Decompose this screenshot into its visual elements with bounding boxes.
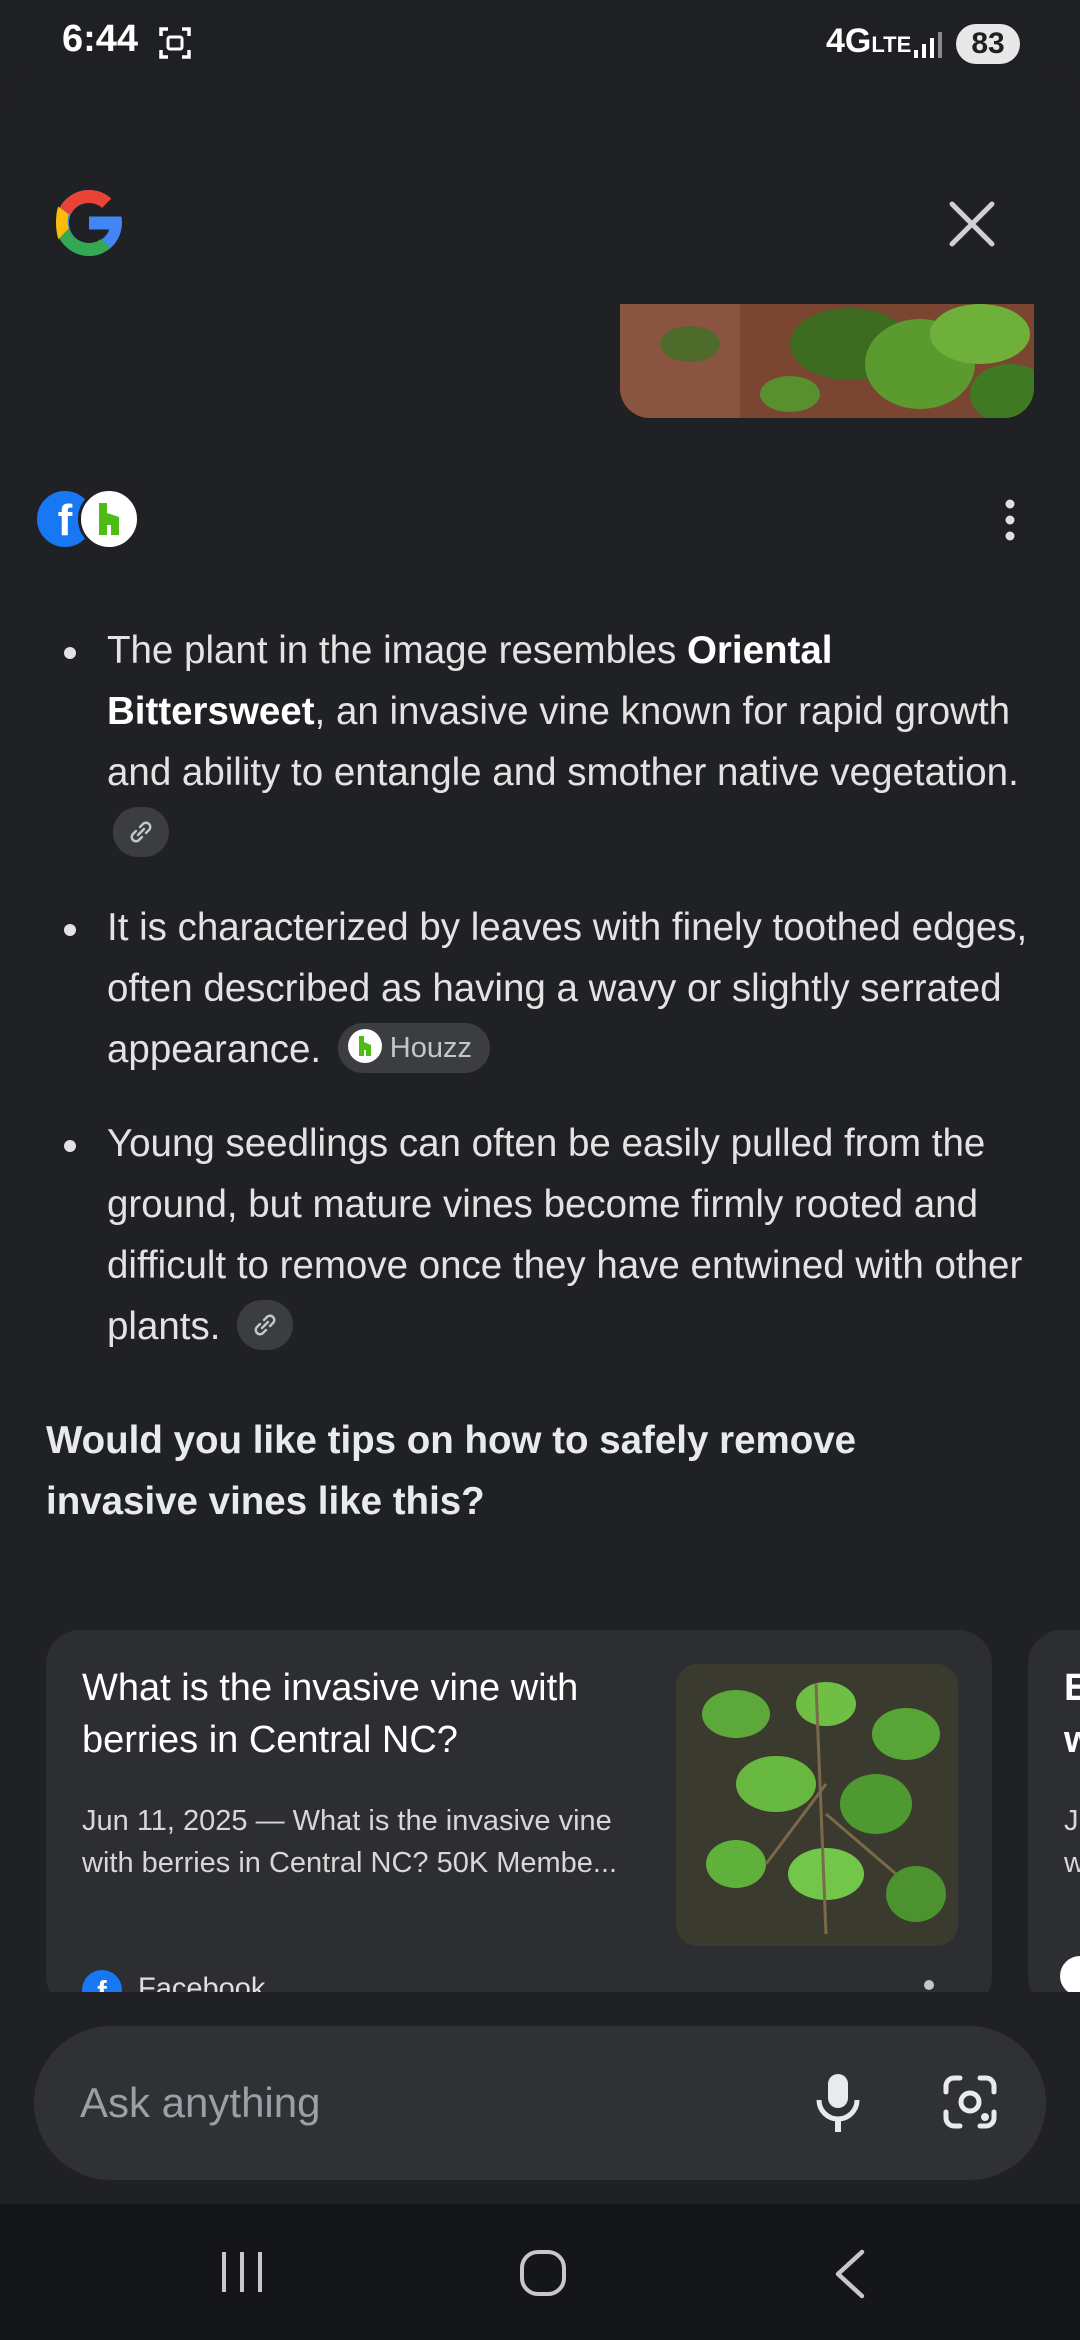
card-more-options-icon[interactable] (924, 1980, 934, 1990)
bullet-text: The plant in the image resembles (107, 629, 687, 672)
chip-label: Houzz (389, 1031, 472, 1064)
home-icon[interactable] (518, 2248, 568, 2298)
answer-bullet: It is characterized by leaves with finel… (56, 897, 1046, 1080)
followup-question: Would you like tips on how to safely rem… (46, 1419, 857, 1523)
google-lens-icon[interactable] (940, 2072, 1000, 2132)
card-snippet: Jun 11, 2025 — What is the invasive vine… (82, 1805, 618, 1879)
result-card-partial[interactable]: Ew Jw (1028, 1630, 1080, 2010)
card-snippet-fragment: Jw (1064, 1805, 1080, 1879)
citation-link-chip[interactable] (113, 806, 169, 857)
ask-input[interactable]: Ask anything (80, 2026, 320, 2180)
query-image-thumbnail[interactable] (620, 304, 1034, 418)
battery-indicator: 83 (956, 24, 1020, 64)
back-icon[interactable] (832, 2248, 866, 2300)
plant-photo-image (676, 1664, 958, 1946)
card-title-fragment: Ew (1064, 1667, 1080, 1761)
houzz-source-chip[interactable]: Houzz (337, 1022, 490, 1073)
link-icon (130, 821, 152, 843)
screenshot-icon (159, 27, 191, 59)
close-icon[interactable] (944, 196, 1000, 252)
microphone-icon[interactable] (808, 2070, 868, 2136)
bullet-text: It is characterized by leaves with finel… (107, 906, 1028, 1071)
source-icons[interactable]: f (34, 488, 140, 550)
houzz-icon (78, 488, 140, 550)
status-time: 6:44 (62, 18, 139, 60)
answer-bullets: The plant in the image resembles Orienta… (56, 620, 1046, 1390)
link-icon (254, 1314, 276, 1336)
houzz-icon (1060, 1956, 1080, 1996)
card-title: What is the invasive vine with berries i… (82, 1667, 579, 1761)
result-card[interactable]: What is the invasive vine with berries i… (46, 1630, 992, 2010)
citation-link-chip[interactable] (237, 1299, 294, 1350)
more-options-icon[interactable] (996, 496, 1024, 544)
network-indicator: 4GLTE (826, 22, 912, 60)
plant-photo-image (620, 304, 1034, 418)
answer-bullet: Young seedlings can often be easily pull… (56, 1113, 1046, 1357)
card-thumbnail (676, 1664, 958, 1946)
answer-bullet: The plant in the image resembles Orienta… (56, 620, 1046, 864)
signal-icon (914, 32, 942, 58)
houzz-icon (347, 1029, 382, 1064)
ask-bar[interactable]: Ask anything (34, 2026, 1046, 2180)
google-logo-icon (56, 190, 125, 256)
recent-apps-icon[interactable] (218, 2250, 268, 2294)
android-nav-bar (0, 2204, 1080, 2340)
